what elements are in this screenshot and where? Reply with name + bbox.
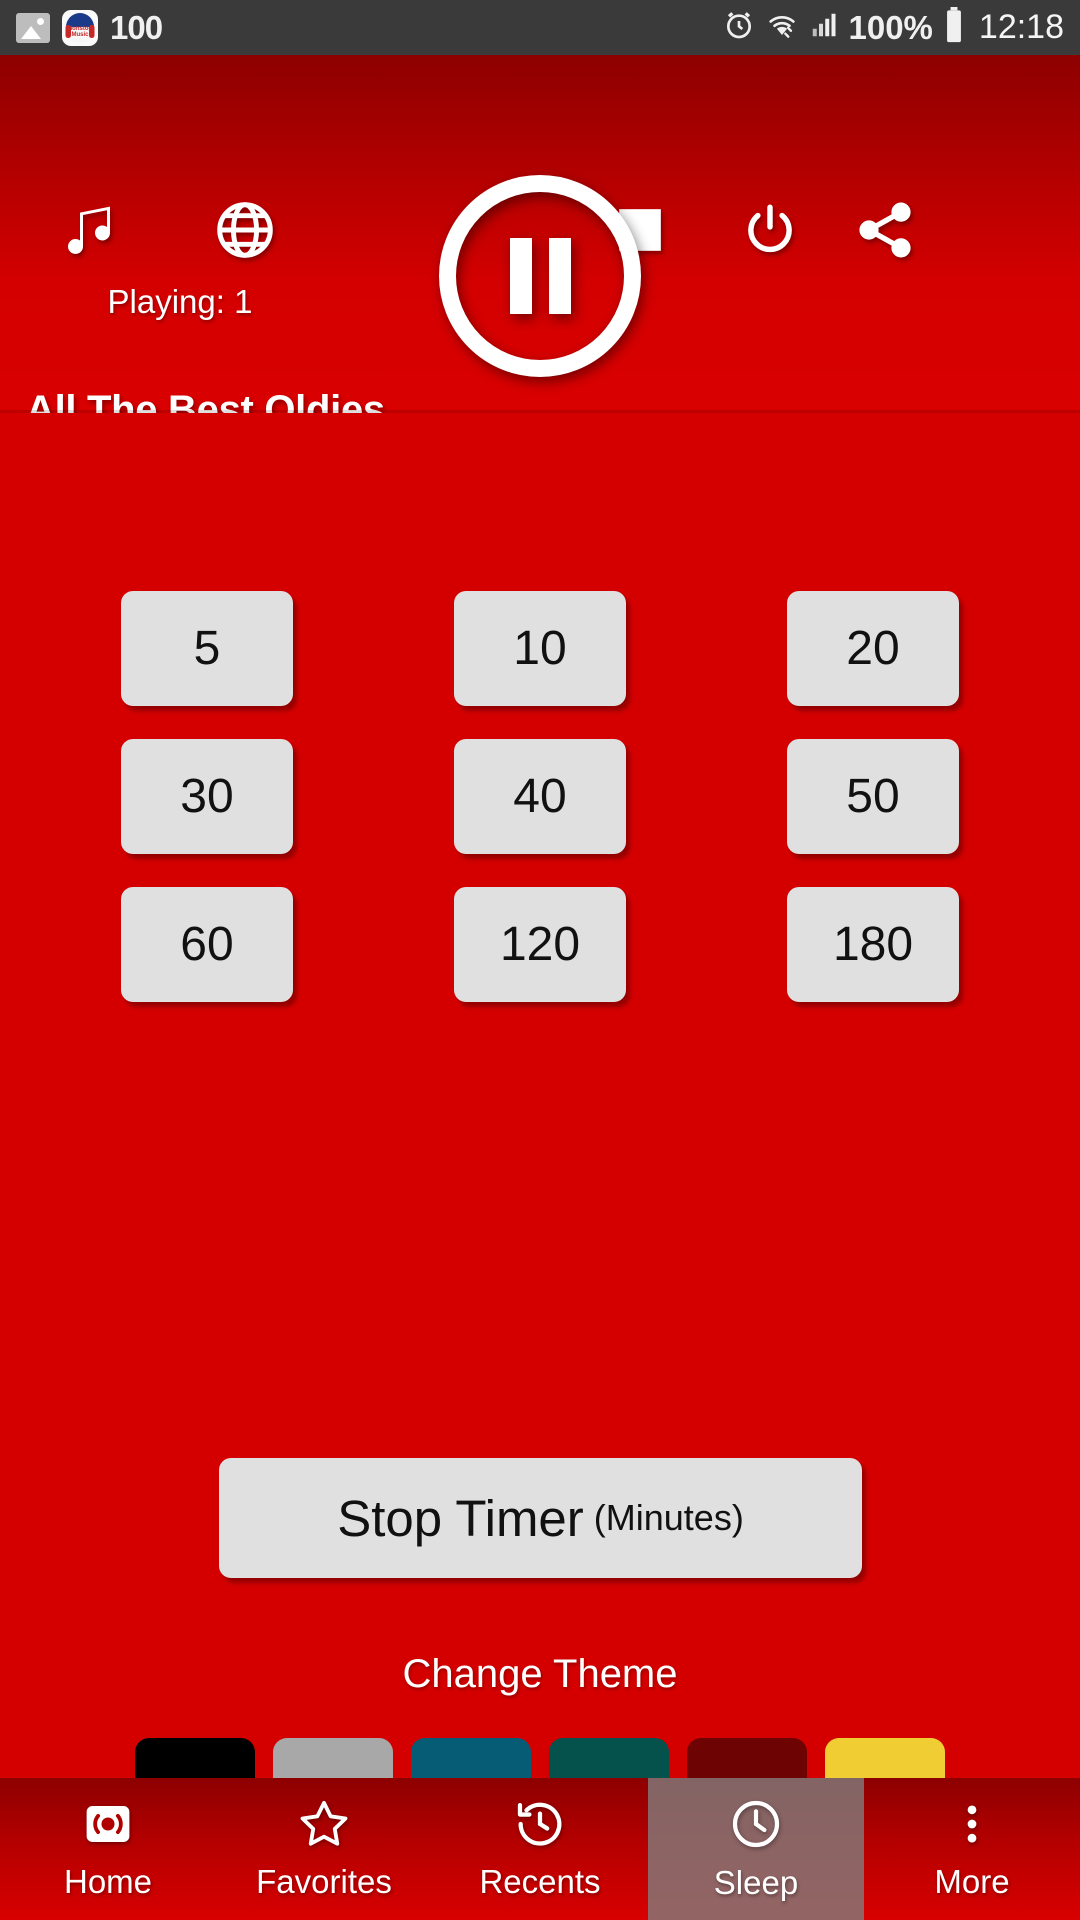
timer-button-10[interactable]: 10 xyxy=(454,591,626,706)
nav-label-home: Home xyxy=(63,1863,153,1900)
timer-button-5[interactable]: 5 xyxy=(121,591,293,706)
timer-options-grid: 5 10 20 30 40 50 60 120 180 xyxy=(0,591,1080,1035)
pause-circle-icon[interactable] xyxy=(439,175,641,377)
image-icon xyxy=(16,12,50,43)
stop-timer-button[interactable]: Stop Timer (Minutes) xyxy=(219,1458,862,1578)
status-bar: Nonstop Music 100 100% 12:18 xyxy=(0,0,1080,55)
cellular-signal-icon xyxy=(809,10,839,45)
notification-count: 100 xyxy=(110,8,163,46)
timer-row: 60 120 180 xyxy=(0,887,1080,1002)
timer-button-20[interactable]: 20 xyxy=(787,591,959,706)
alarm-clock-icon xyxy=(723,9,755,46)
share-icon[interactable] xyxy=(845,195,925,265)
timer-button-60[interactable]: 60 xyxy=(121,887,293,1002)
player-header: Playing: 1 All The Best Oldies xyxy=(0,55,1080,432)
timer-row: 30 40 50 xyxy=(0,739,1080,854)
nav-item-favorites[interactable]: Favorites xyxy=(216,1778,432,1920)
nav-label-favorites: Favorites xyxy=(256,1863,392,1900)
timer-button-50[interactable]: 50 xyxy=(787,739,959,854)
timer-row: 5 10 20 xyxy=(0,591,1080,706)
globe-icon[interactable] xyxy=(205,195,285,265)
pause-bar-left xyxy=(509,238,532,314)
power-icon[interactable] xyxy=(730,195,810,265)
nav-item-sleep[interactable]: Sleep xyxy=(648,1778,864,1920)
timer-button-30[interactable]: 30 xyxy=(121,739,293,854)
change-theme-label: Change Theme xyxy=(402,1652,678,1696)
history-clock-icon xyxy=(513,1797,567,1851)
battery-full-icon xyxy=(943,7,965,48)
battery-percentage: 100% xyxy=(848,8,933,46)
status-time: 12:18 xyxy=(978,8,1064,46)
star-icon xyxy=(296,1797,352,1851)
timer-button-40[interactable]: 40 xyxy=(454,739,626,854)
bottom-navigation-bar: Home Favorites Recents Sleep More xyxy=(0,1778,1080,1920)
nav-label-recents: Recents xyxy=(479,1863,601,1900)
nav-item-recents[interactable]: Recents xyxy=(432,1778,648,1920)
wifi-icon xyxy=(765,9,799,46)
stop-timer-unit: (Minutes) xyxy=(593,1497,744,1538)
radio-broadcast-icon xyxy=(81,1797,135,1851)
nav-item-home[interactable]: Home xyxy=(0,1778,216,1920)
sleep-timer-screen: 5 10 20 30 40 50 60 120 180 Stop Timer (… xyxy=(0,413,1080,1830)
nav-label-more: More xyxy=(934,1863,1010,1900)
pause-bar-right xyxy=(548,238,571,314)
stop-timer-label: Stop Timer xyxy=(337,1489,584,1547)
playing-status: Playing: 1 xyxy=(107,283,253,320)
nav-label-sleep: Sleep xyxy=(713,1864,799,1901)
svg-text:Music: Music xyxy=(71,32,89,38)
nav-item-more[interactable]: More xyxy=(864,1778,1080,1920)
more-vertical-icon xyxy=(947,1797,997,1851)
music-note-icon[interactable] xyxy=(52,195,132,265)
timer-button-120[interactable]: 120 xyxy=(454,887,626,1002)
clock-icon xyxy=(728,1796,784,1852)
timer-button-180[interactable]: 180 xyxy=(787,887,959,1002)
nonstop-music-app-icon: Nonstop Music xyxy=(62,9,98,46)
